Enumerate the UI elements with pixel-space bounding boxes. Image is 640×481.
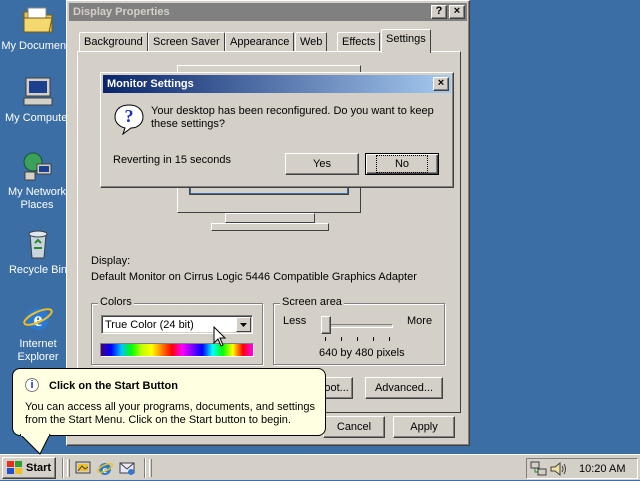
taskbar: Start e 10:20 AM [0, 454, 640, 480]
close-button[interactable]: × [433, 77, 449, 91]
advanced-button[interactable]: Advanced... [365, 377, 443, 399]
clock[interactable]: 10:20 AM [579, 463, 625, 475]
info-icon-glyph: i [30, 379, 34, 391]
no-button[interactable]: No [365, 153, 439, 175]
countdown-text: Reverting in 15 seconds [113, 154, 232, 166]
desktop-icon-label: My Documents [1, 40, 75, 52]
desktop-icon-label: Internet Explorer [17, 338, 59, 363]
balloon-tail [20, 434, 51, 455]
tab-settings[interactable]: Settings [381, 29, 431, 53]
balloon-title: Click on the Start Button [49, 380, 178, 392]
show-desktop-icon[interactable] [74, 459, 92, 477]
display-label: Display: [91, 255, 131, 267]
taskbar-separator [62, 458, 64, 478]
slider-thumb[interactable] [321, 316, 331, 334]
display-properties-titlebar[interactable]: Display Properties ? × [69, 3, 467, 21]
colors-dropdown[interactable]: True Color (24 bit) [101, 315, 253, 334]
taskbar-separator [144, 458, 146, 478]
screen-area-slider[interactable] [321, 315, 393, 343]
internet-explorer-icon: e [22, 302, 54, 334]
dialog-message: Your desktop has been reconfigured. Do y… [151, 105, 434, 130]
info-icon: i [25, 378, 39, 392]
desktop-icon-recycle-bin[interactable]: Recycle Bin [0, 228, 76, 277]
network-icon [21, 150, 53, 182]
tab-effects[interactable]: Effects [337, 32, 381, 52]
outlook-express-icon[interactable] [118, 459, 136, 477]
color-spectrum-bar [100, 343, 254, 357]
colors-dropdown-value: True Color (24 bit) [105, 319, 194, 331]
taskbar-grip [67, 459, 70, 477]
tab-screen-saver[interactable]: Screen Saver [148, 32, 225, 52]
start-button[interactable]: Start [2, 457, 56, 479]
help-button[interactable]: ? [431, 5, 447, 19]
question-icon: ? [113, 103, 145, 136]
computer-icon [22, 76, 54, 108]
speaker-volume-icon[interactable] [549, 460, 567, 478]
network-status-icon[interactable] [530, 460, 548, 478]
dialog-title: Monitor Settings [107, 78, 194, 90]
desktop-icon-my-computer[interactable]: My Computer [0, 76, 76, 125]
mouse-cursor [213, 325, 227, 351]
start-balloon-tooltip[interactable]: i Click on the Start Button You can acce… [12, 368, 326, 436]
no-button-label: No [375, 155, 429, 173]
resolution-value: 640 by 480 pixels [319, 347, 405, 359]
less-label: Less [283, 315, 307, 327]
apply-button[interactable]: Apply [393, 416, 455, 438]
chevron-down-icon[interactable] [236, 317, 251, 332]
taskbar-grip [149, 459, 152, 477]
desktop-icon-label: Recycle Bin [8, 264, 68, 276]
display-value: Default Monitor on Cirrus Logic 5446 Com… [91, 271, 417, 283]
tab-background[interactable]: Background [79, 32, 148, 52]
cancel-button[interactable]: Cancel [323, 416, 385, 438]
balloon-body: You can access all your programs, docume… [25, 401, 316, 426]
question-icon-glyph: ? [124, 106, 134, 126]
desktop-icon-internet-explorer[interactable]: e Internet Explorer [0, 302, 76, 364]
monitor-settings-titlebar[interactable]: Monitor Settings × [103, 75, 451, 93]
internet-explorer-quicklaunch-icon[interactable]: e [96, 459, 114, 477]
windows-logo-icon [7, 461, 22, 474]
colors-group-label: Colors [98, 296, 134, 308]
desktop-icon-my-network-places[interactable]: My Network Places [0, 150, 74, 212]
screen-area-group-label: Screen area [280, 296, 344, 308]
system-tray: 10:20 AM [526, 458, 638, 479]
start-label: Start [26, 462, 52, 474]
monitor-settings-dialog: Monitor Settings × ? Your desktop has be… [100, 72, 454, 188]
folder-icon [22, 4, 54, 36]
close-button[interactable]: × [449, 5, 465, 19]
desktop-icon-label: My Network Places [7, 186, 67, 211]
tab-appearance[interactable]: Appearance [225, 32, 295, 52]
recycle-bin-icon [22, 228, 54, 260]
desktop-icon-my-documents[interactable]: My Documents [0, 4, 76, 53]
tab-web[interactable]: Web [295, 32, 328, 52]
window-title: Display Properties [73, 6, 170, 18]
yes-button[interactable]: Yes [285, 153, 359, 175]
more-label: More [407, 315, 433, 327]
desktop-icon-label: My Computer [4, 112, 72, 124]
